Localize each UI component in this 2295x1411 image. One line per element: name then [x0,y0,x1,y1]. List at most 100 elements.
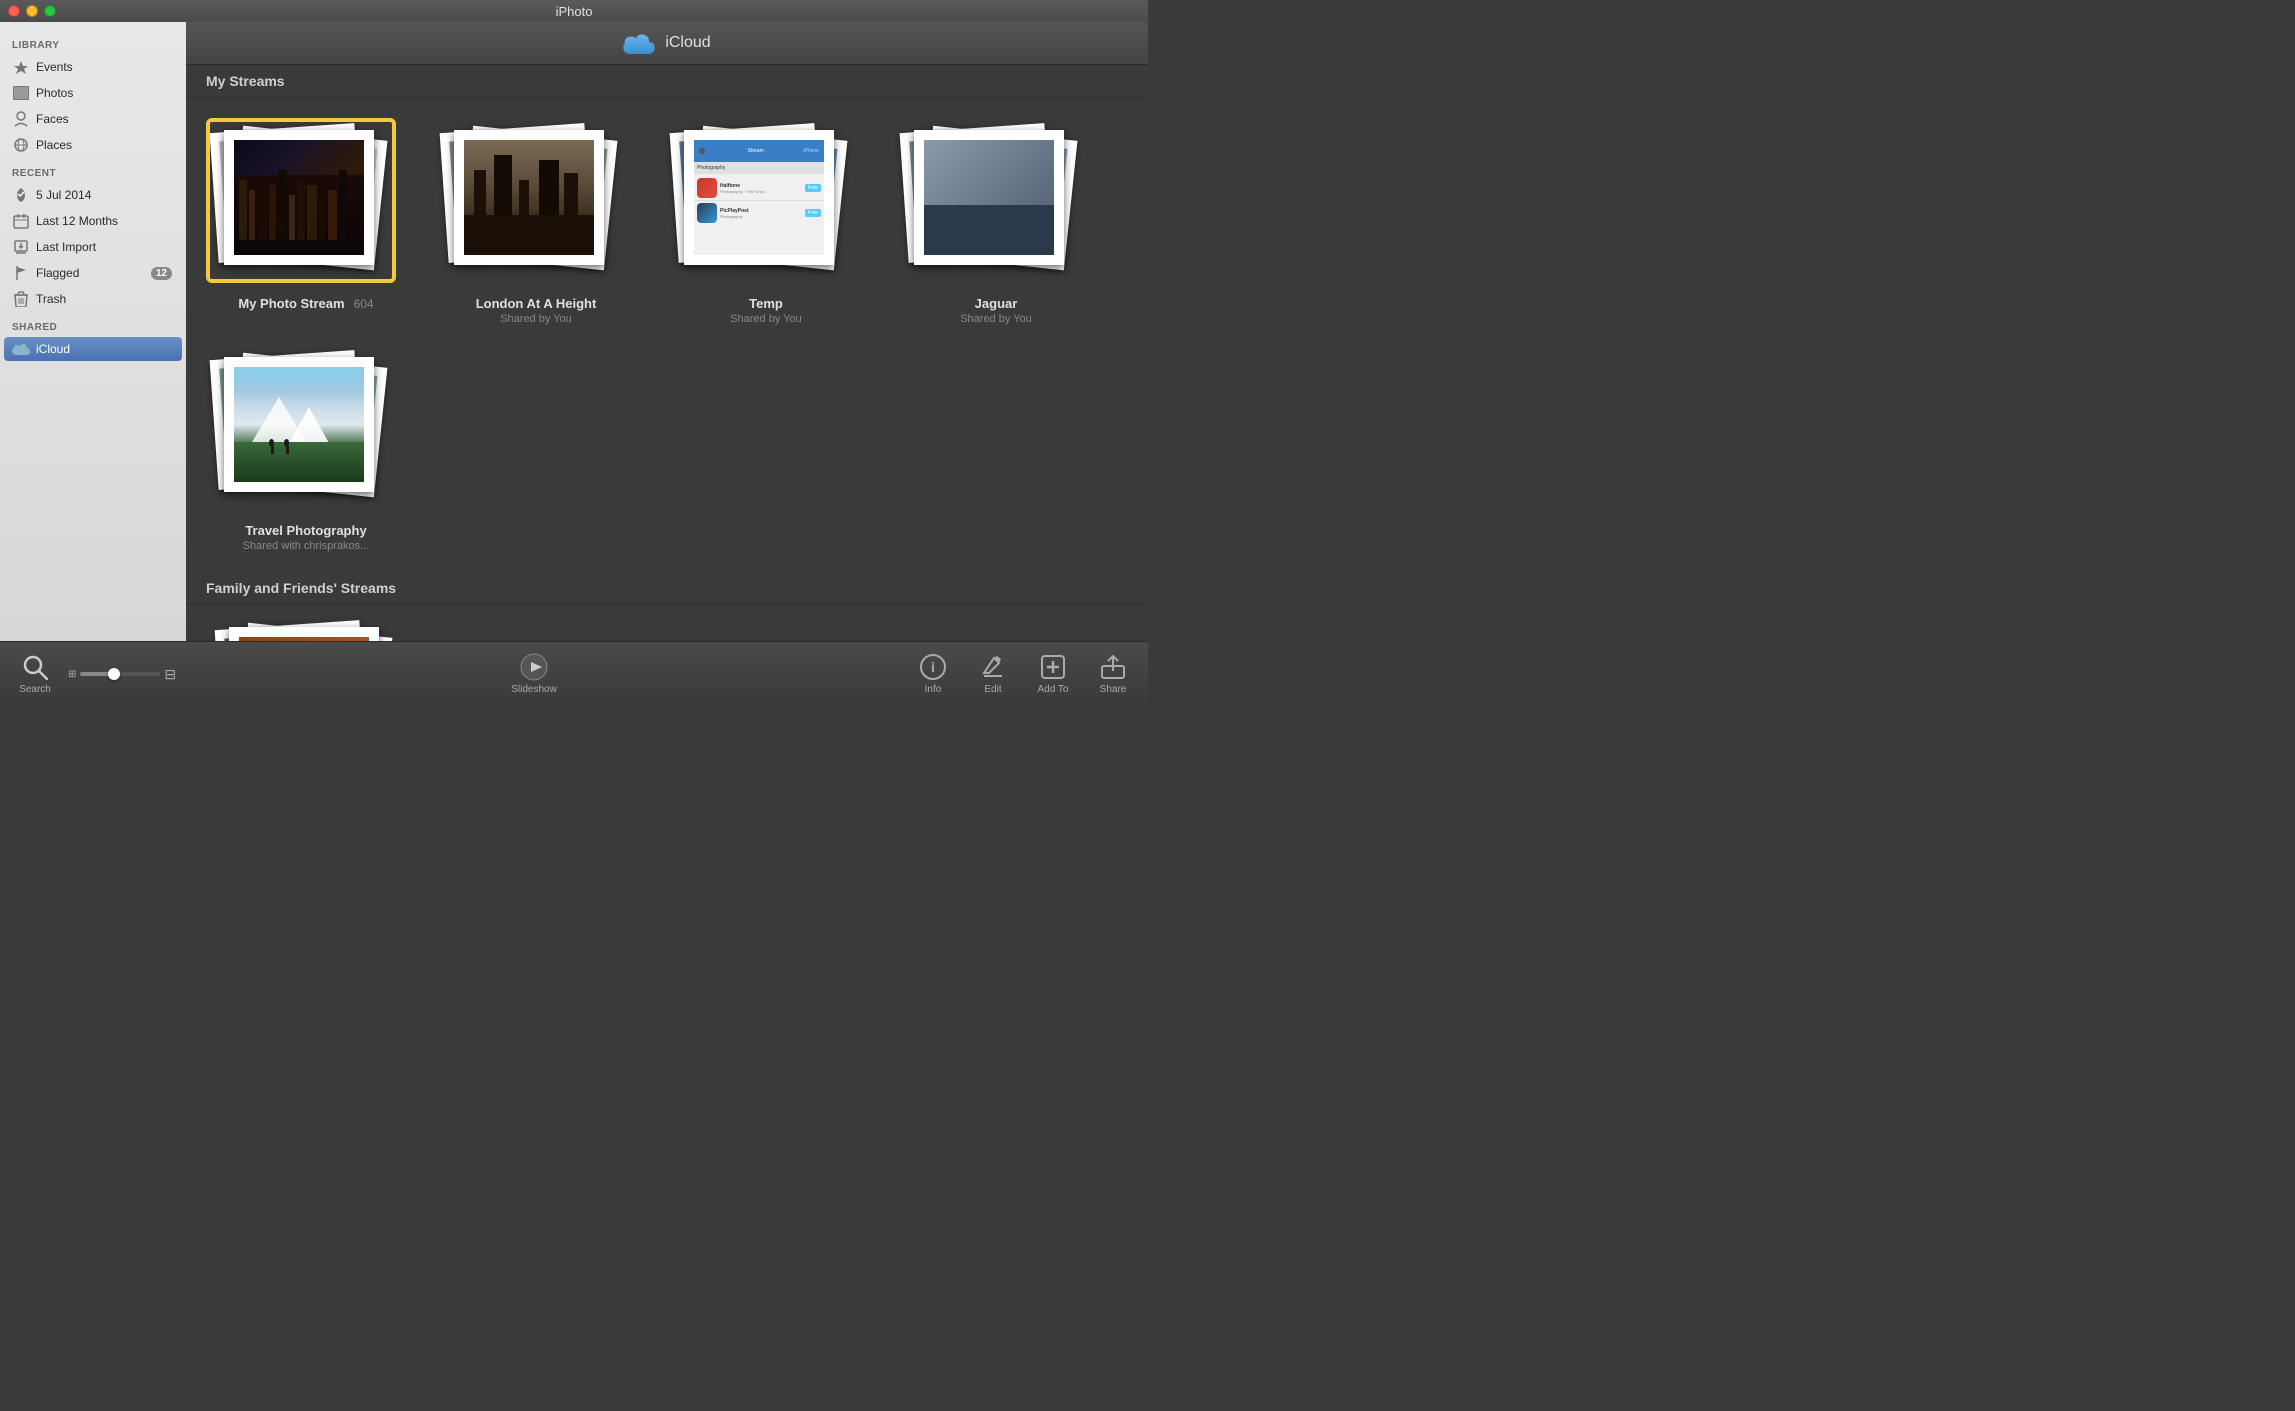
stream-subtitle-jaguar: Shared by You [960,313,1032,325]
zoom-control: ⊞ ⊟ [68,666,176,683]
zoom-large-icon: ⊟ [164,666,176,683]
my-streams-header: My Streams [186,65,1148,98]
recent-section-header: RECENT [0,162,186,182]
zoom-small-icon: ⊞ [68,669,76,680]
5jul2014-label: 5 Jul 2014 [36,188,172,202]
events-label: Events [36,60,172,74]
events-icon [12,58,30,76]
stream-item-temp[interactable]: Stream iPhone Photography Halftone [666,118,866,325]
sidebar-item-last12months[interactable]: Last 12 Months [4,209,182,233]
minimize-button[interactable] [26,5,38,17]
toolbar-center: Slideshow [235,653,833,695]
family-friends-header: Family and Friends' Streams [186,572,1148,605]
share-icon [1099,653,1127,681]
sidebar-item-flagged[interactable]: Flagged 12 [4,261,182,285]
faces-label: Faces [36,112,172,126]
main-content: LIBRARY Events Photos [0,22,1148,641]
icloud-sidebar-icon [12,340,30,358]
icloud-cloud-icon [623,32,655,54]
add-to-icon [1039,653,1067,681]
stream-name-london: London At A Height [476,296,597,311]
edit-label: Edit [984,684,1001,695]
5jul2014-icon [12,186,30,204]
stream-thumbnail-travel [206,345,406,515]
sidebar: LIBRARY Events Photos [0,22,186,641]
my-streams-grid-row2: Travel Photography Shared with chrisprak… [186,345,1148,572]
trash-label: Trash [36,292,172,306]
stream-item-family1[interactable] [206,615,406,641]
shared-section-header: SHARED [0,316,186,336]
edit-icon [979,653,1007,681]
sidebar-item-trash[interactable]: Trash [4,287,182,311]
lastimport-label: Last Import [36,240,172,254]
search-icon [21,653,49,681]
places-label: Places [36,138,172,152]
content-area: iCloud My Streams [186,22,1148,641]
stream-item-london[interactable]: London At A Height Shared by You [436,118,636,325]
flagged-label: Flagged [36,266,151,280]
titlebar: iPhoto [0,0,1148,22]
stream-subtitle-london: Shared by You [500,313,572,325]
window-controls [8,5,56,17]
sidebar-item-places[interactable]: Places [4,133,182,157]
share-button[interactable]: Share [1093,653,1133,695]
app-container: LIBRARY Events Photos [0,22,1148,706]
add-to-label: Add To [1038,684,1069,695]
trash-icon [12,290,30,308]
stream-name-jaguar: Jaguar [975,296,1018,311]
sidebar-item-lastimport[interactable]: Last Import [4,235,182,259]
stream-name-temp: Temp [749,296,783,311]
stream-thumbnail-jaguar [896,118,1096,288]
slideshow-button[interactable]: Slideshow [511,653,557,695]
my-streams-grid: My Photo Stream 604 [186,98,1148,345]
stream-subtitle-temp: Shared by You [730,313,802,325]
icloud-header: iCloud [186,22,1148,65]
stream-name-travel: Travel Photography [245,523,366,538]
info-label: Info [925,684,942,695]
share-label: Share [1100,684,1127,695]
stream-thumbnail-london [436,118,636,288]
maximize-button[interactable] [44,5,56,17]
last12months-label: Last 12 Months [36,214,172,228]
slideshow-label: Slideshow [511,684,557,695]
stream-name-my-photo-stream: My Photo Stream [238,296,344,311]
last12months-icon [12,212,30,230]
slideshow-icon [520,653,548,681]
icloud-label: iCloud [36,342,172,356]
sidebar-item-events[interactable]: Events [4,55,182,79]
photos-label: Photos [36,86,172,100]
add-to-button[interactable]: Add To [1033,653,1073,695]
flagged-badge: 12 [151,267,172,280]
stream-item-jaguar[interactable]: Jaguar Shared by You [896,118,1096,325]
stream-count-my-photo-stream: 604 [354,297,374,311]
info-icon: i [919,653,947,681]
window-title: iPhoto [556,4,593,19]
search-label: Search [19,684,51,695]
library-section-header: LIBRARY [0,34,186,54]
faces-icon [12,110,30,128]
toolbar-right: i Info Edit [833,653,1133,695]
close-button[interactable] [8,5,20,17]
stream-item-my-photo-stream[interactable]: My Photo Stream 604 [206,118,406,325]
flagged-icon [12,264,30,282]
places-icon [12,136,30,154]
stream-subtitle-travel: Shared with chrisprakos... [243,540,370,552]
icloud-title: iCloud [665,34,710,52]
stream-thumbnail-my-photo-stream [206,118,406,288]
family-streams-grid [186,605,1148,641]
svg-text:i: i [931,659,935,675]
sidebar-item-icloud[interactable]: iCloud [4,337,182,361]
lastimport-icon [12,238,30,256]
zoom-slider[interactable] [80,672,160,676]
toolbar: Search ⊞ ⊟ Slideshow [0,641,1148,706]
edit-button[interactable]: Edit [973,653,1013,695]
sidebar-item-5jul2014[interactable]: 5 Jul 2014 [4,183,182,207]
stream-thumbnail-temp: Stream iPhone Photography Halftone [666,118,866,288]
sidebar-item-photos[interactable]: Photos [4,81,182,105]
search-button[interactable]: Search [15,653,55,695]
toolbar-left: Search ⊞ ⊟ [15,653,235,695]
sidebar-item-faces[interactable]: Faces [4,107,182,131]
info-button[interactable]: i Info [913,653,953,695]
photos-icon [12,84,30,102]
stream-item-travel-photography[interactable]: Travel Photography Shared with chrisprak… [206,345,406,552]
